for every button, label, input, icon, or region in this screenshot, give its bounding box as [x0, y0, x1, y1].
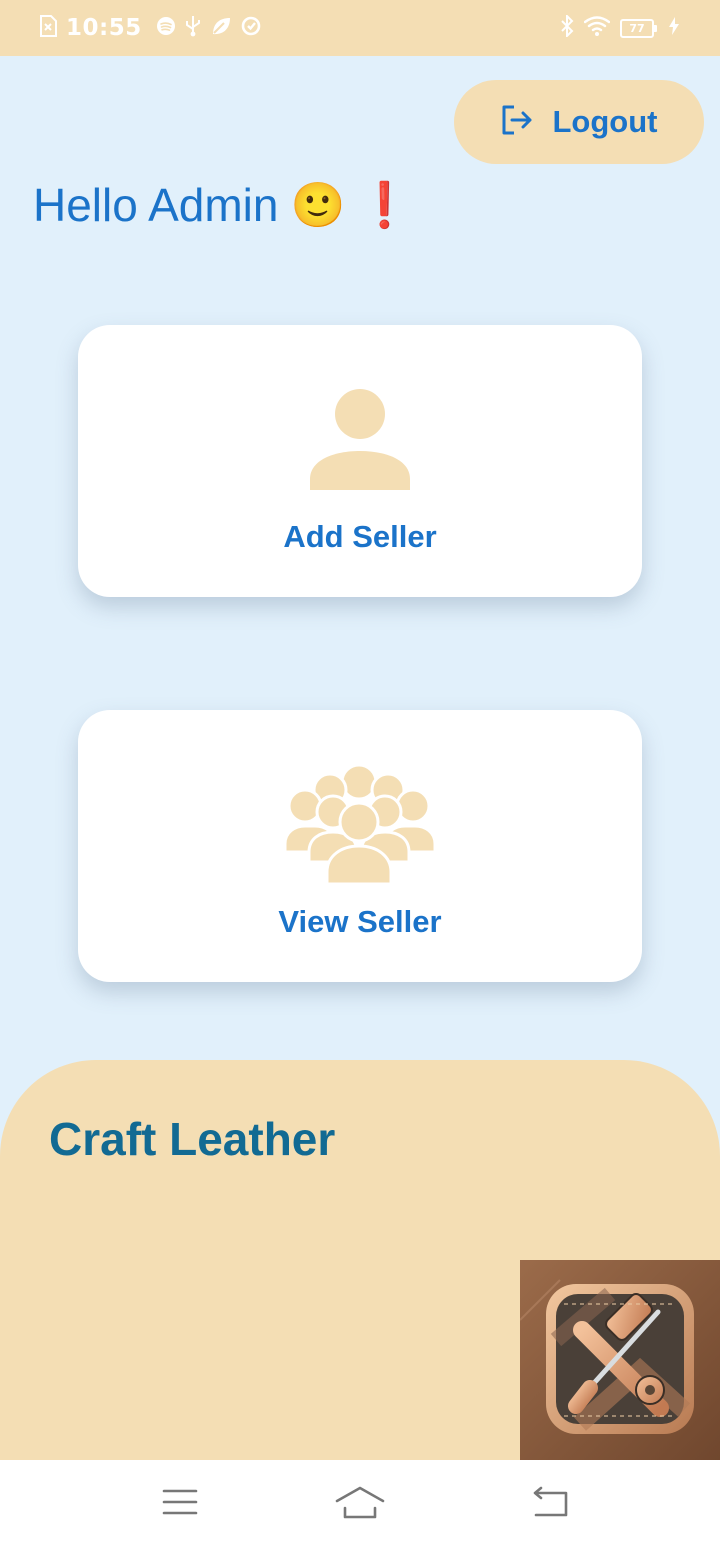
- brand-title: Craft Leather: [49, 1113, 336, 1165]
- greeting: Hello Admin 🙂 ❗: [33, 178, 412, 232]
- back-icon[interactable]: [525, 1480, 575, 1524]
- leather-tools-logo: [520, 1260, 720, 1460]
- status-time: 10:55: [66, 15, 142, 41]
- logout-icon: [500, 104, 534, 141]
- menu-icon[interactable]: [155, 1480, 205, 1524]
- system-nav-bar: [0, 1460, 720, 1544]
- usb-icon: [184, 15, 202, 41]
- leaf-icon: [210, 15, 232, 41]
- person-icon: [308, 387, 412, 496]
- logout-label: Logout: [552, 104, 658, 139]
- wifi-icon: [583, 16, 611, 40]
- brand-panel: Craft Leather: [0, 1060, 720, 1460]
- status-bar: 10:55 77: [0, 0, 720, 56]
- home-icon[interactable]: [335, 1480, 385, 1524]
- add-seller-card[interactable]: Add Seller: [78, 325, 642, 597]
- add-seller-label: Add Seller: [283, 519, 437, 554]
- sim-error-icon: [38, 15, 58, 41]
- status-right: 77: [560, 0, 680, 56]
- view-seller-card[interactable]: View Seller: [78, 710, 642, 982]
- logout-button[interactable]: Logout: [454, 80, 704, 164]
- battery-icon: 77: [620, 18, 657, 38]
- status-left: 10:55: [38, 0, 262, 56]
- exclamation-emoji: ❗: [357, 181, 413, 230]
- spotify-icon: [156, 16, 176, 40]
- group-icon: [283, 762, 437, 891]
- charging-icon: [668, 16, 680, 40]
- smile-emoji: 🙂: [290, 181, 346, 230]
- greeting-text: Hello Admin: [33, 179, 279, 231]
- bluetooth-icon: [560, 13, 574, 41]
- view-seller-label: View Seller: [278, 904, 442, 939]
- sync-icon: [240, 15, 262, 41]
